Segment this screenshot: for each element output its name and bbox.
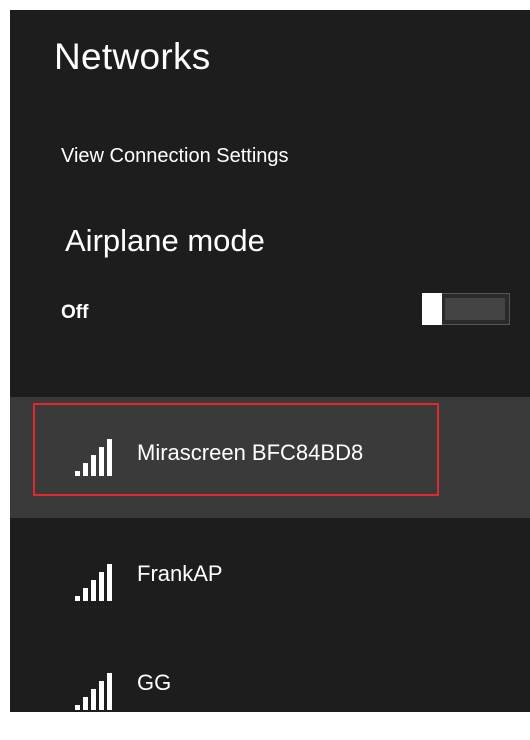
network-item-frankap[interactable]: FrankAP (10, 518, 530, 626)
airplane-mode-state: Off (61, 302, 89, 323)
airplane-mode-heading: Airplane mode (65, 223, 265, 258)
wifi-signal-icon (75, 437, 119, 479)
wifi-signal-icon (75, 562, 119, 604)
toggle-track-fill (445, 298, 505, 320)
network-item-mirascreen[interactable]: Mirascreen BFC84BD8 (10, 397, 530, 518)
toggle-thumb[interactable] (422, 293, 442, 325)
page-title: Networks (54, 36, 211, 77)
network-name: GG (137, 670, 172, 695)
view-connection-settings-link[interactable]: View Connection Settings (61, 145, 289, 168)
networks-flyout: Networks View Connection Settings Airpla… (10, 10, 530, 712)
wifi-signal-icon (75, 671, 119, 713)
network-item-gg[interactable]: GG (10, 626, 530, 712)
airplane-mode-toggle[interactable] (422, 293, 510, 325)
network-name: Mirascreen BFC84BD8 (137, 440, 364, 465)
network-name: FrankAP (137, 561, 223, 586)
